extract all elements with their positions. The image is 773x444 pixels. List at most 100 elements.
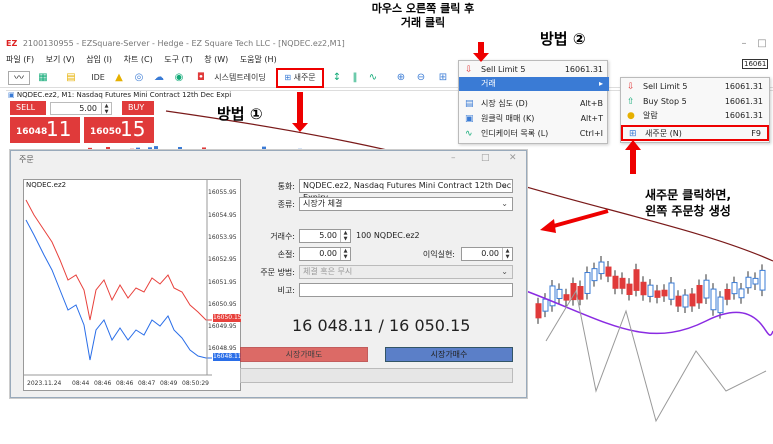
x-tick: 08:49 bbox=[160, 380, 178, 387]
lock-icon[interactable]: ▲ bbox=[112, 71, 126, 85]
symbol-select[interactable]: NQDEC.ez2, Nasdaq Futures Mini Contract … bbox=[299, 179, 513, 202]
volume-input[interactable]: 5.00 ▲ ▼ bbox=[299, 229, 351, 243]
take-profit-value: 0.00 bbox=[481, 249, 499, 258]
one-click-lot-input[interactable]: 5.00 ▲ ▼ bbox=[50, 102, 112, 115]
ctx-indicator-list[interactable]: ∿ 인디케이터 목록 (L) Ctrl+I bbox=[459, 127, 609, 141]
sub-buy-stop[interactable]: ⇧ Buy Stop 5 16061.31 bbox=[621, 95, 769, 109]
candle-body bbox=[738, 288, 745, 299]
stop-loss-spinner-icon[interactable]: ▲ ▼ bbox=[340, 248, 350, 260]
dialog-maximize-button[interactable]: □ bbox=[481, 153, 490, 163]
sell-price-small: 16048 bbox=[16, 127, 48, 137]
menu-help[interactable]: 도움말 (H) bbox=[240, 55, 277, 64]
order-type-select[interactable]: 시장가 체결 ⌄ bbox=[299, 197, 513, 211]
chart-type-icon[interactable]: 〰 bbox=[8, 71, 30, 85]
ctx-one-click[interactable]: ▣ 원클릭 매매 (K) Alt+T bbox=[459, 112, 609, 126]
sell-price-box[interactable]: 16048 11 bbox=[10, 117, 80, 143]
new-order-button[interactable]: ⊞ 새주문 bbox=[276, 68, 324, 88]
ctx-item-label: 거래 bbox=[481, 79, 496, 88]
menu-chart[interactable]: 차트 (C) bbox=[124, 55, 153, 64]
comment-input[interactable] bbox=[299, 283, 513, 297]
envelope-line bbox=[545, 289, 767, 423]
candle-body bbox=[661, 289, 668, 297]
minimize-button[interactable]: – bbox=[735, 35, 753, 53]
zoom-in-icon[interactable]: ⊕ bbox=[394, 71, 408, 85]
bar-chart-icon[interactable]: ‖ bbox=[348, 71, 362, 85]
menu-insert[interactable]: 삽입 (I) bbox=[86, 55, 112, 64]
annotation-new-order-note: 새주문 클릭하면, 왼쪽 주문창 생성 bbox=[644, 188, 732, 218]
candle-body bbox=[584, 272, 591, 294]
menu-file[interactable]: 파일 (F) bbox=[6, 55, 34, 64]
fill-method-label: 주문 방법: bbox=[260, 268, 295, 277]
dialog-minimize-button[interactable]: – bbox=[451, 153, 456, 163]
ask-line bbox=[25, 199, 212, 321]
screenshot-root: EZ 2100130955 - EZSquare-Server - Hedge … bbox=[0, 0, 773, 444]
ctx-trade[interactable]: 거래 ▸ bbox=[459, 77, 609, 91]
market-buy-button[interactable]: 시장가매수 bbox=[385, 347, 513, 362]
fill-method-select[interactable]: 체결 혹은 무시 ⌄ bbox=[299, 265, 513, 279]
x-tick: 2023.11.24 bbox=[27, 380, 62, 387]
chevron-down-icon: ⌄ bbox=[501, 199, 508, 208]
one-click-buy-button[interactable]: BUY bbox=[122, 101, 154, 115]
grid-icon[interactable]: ⊞ bbox=[436, 71, 450, 85]
menu-view[interactable]: 보기 (V) bbox=[46, 55, 75, 64]
sub-item-key: 16061.31 bbox=[724, 111, 763, 120]
candle-body bbox=[682, 294, 689, 308]
y-tick: 16050.95 bbox=[208, 301, 237, 308]
sub-item-key: 16061.31 bbox=[724, 82, 763, 91]
take-profit-label: 이익실현: bbox=[422, 250, 455, 259]
system-trading-icon[interactable]: ◘ bbox=[194, 71, 208, 85]
zoom-out-icon[interactable]: ⊖ bbox=[414, 71, 428, 85]
y-tick: 16055.95 bbox=[208, 189, 237, 196]
take-profit-spinner-icon[interactable]: ▲ ▼ bbox=[502, 248, 512, 260]
one-click-panel: SELL 5.00 ▲ ▼ BUY 16048 11 16050 15 bbox=[10, 101, 158, 143]
volume-spinner-icon[interactable]: ▲ ▼ bbox=[340, 230, 350, 242]
sub-sell-limit[interactable]: ⇩ Sell Limit 5 16061.31 bbox=[621, 80, 769, 94]
tick-chart: NQDEC.ez2 16055.95 16054.95 16053.95 160… bbox=[23, 179, 242, 391]
sub-alarm[interactable]: ● 알람 16061.31 bbox=[621, 109, 769, 123]
ctx-market-depth[interactable]: ▤ 시장 심도 (D) Alt+B bbox=[459, 97, 609, 111]
sub-item-label: Sell Limit 5 bbox=[643, 82, 688, 91]
sub-new-order[interactable]: ⊞ 새주문 (N) F9 bbox=[621, 125, 769, 141]
template-icon[interactable]: ▦ bbox=[36, 71, 50, 85]
market-sell-button[interactable]: 시장가매도 bbox=[240, 347, 368, 362]
trade-submenu: ⇩ Sell Limit 5 16061.31 ⇧ Buy Stop 5 160… bbox=[620, 77, 770, 143]
cloud-icon[interactable]: ☁ bbox=[152, 71, 166, 85]
candle-body bbox=[556, 288, 563, 299]
new-order-label: 새주문 bbox=[293, 73, 316, 82]
lot-value: 5.00 bbox=[79, 104, 97, 113]
ide-button[interactable]: IDE bbox=[90, 70, 106, 86]
menu-tools[interactable]: 도구 (T) bbox=[164, 55, 192, 64]
candle-body bbox=[605, 266, 612, 277]
ctx-sell-limit[interactable]: ⇩ Sell Limit 5 16061.31 bbox=[459, 63, 609, 77]
system-trading-button[interactable]: 시스템트레이딩 bbox=[208, 70, 272, 86]
y-tick: 16048.95 bbox=[208, 345, 237, 352]
maximize-button[interactable]: □ bbox=[753, 35, 771, 53]
line-chart-icon[interactable]: ∿ bbox=[366, 71, 380, 85]
ctx-item-label: 시장 심도 (D) bbox=[481, 99, 528, 108]
candle-body bbox=[563, 294, 570, 301]
y-tick: 16054.95 bbox=[208, 212, 237, 219]
stop-loss-input[interactable]: 0.00 ▲ ▼ bbox=[299, 247, 351, 261]
context-menu: ⇩ Sell Limit 5 16061.31 거래 ▸ ▤ 시장 심도 (D)… bbox=[458, 60, 609, 144]
dialog-close-button[interactable]: ✕ bbox=[509, 153, 517, 163]
sub-item-label: Buy Stop 5 bbox=[643, 97, 687, 106]
profile-icon[interactable]: ▤ bbox=[64, 71, 78, 85]
candle-body bbox=[647, 284, 654, 297]
candle-body bbox=[717, 296, 724, 314]
window-title: 2100130955 - EZSquare-Server - Hedge - E… bbox=[22, 39, 345, 48]
bid-price-tag: 16048.11 bbox=[213, 353, 242, 361]
one-click-sell-button[interactable]: SELL bbox=[10, 101, 46, 115]
menu-window[interactable]: 창 (W) bbox=[204, 55, 228, 64]
buy-sell-icon[interactable]: ↕ bbox=[330, 71, 344, 85]
candle-body bbox=[675, 295, 682, 307]
signal-icon[interactable]: ◎ bbox=[132, 71, 146, 85]
sell-limit-icon: ⇩ bbox=[627, 82, 635, 92]
y-tick: 16051.95 bbox=[208, 279, 237, 286]
dialog-title: 주문 bbox=[19, 155, 34, 164]
candle-body bbox=[703, 279, 710, 299]
refresh-icon[interactable]: ◉ bbox=[172, 71, 186, 85]
take-profit-input[interactable]: 0.00 ▲ ▼ bbox=[461, 247, 513, 261]
buy-price-box[interactable]: 16050 15 bbox=[84, 117, 154, 143]
lot-spinner-icon[interactable]: ▲ ▼ bbox=[101, 103, 111, 115]
stop-loss-value: 0.00 bbox=[319, 249, 337, 258]
